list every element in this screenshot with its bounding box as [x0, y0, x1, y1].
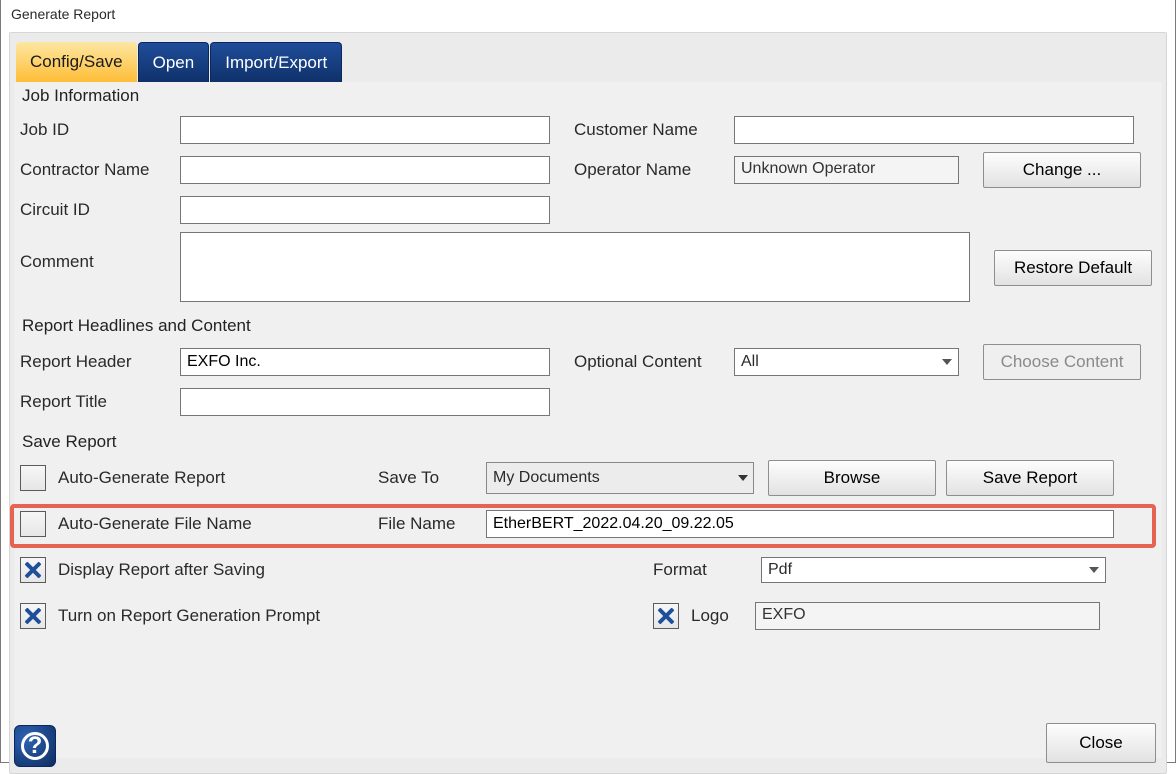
contractor-name-input[interactable]	[180, 156, 550, 184]
auto-generate-filename-label: Auto-Generate File Name	[58, 514, 378, 534]
logo-value: EXFO	[755, 602, 1100, 630]
logo-checkbox[interactable]	[653, 603, 679, 629]
restore-default-button[interactable]: Restore Default	[994, 250, 1152, 286]
tab-open[interactable]: Open	[138, 42, 210, 85]
format-select[interactable]: Pdf	[761, 557, 1106, 583]
format-label: Format	[653, 560, 761, 580]
change-operator-button[interactable]: Change ...	[983, 152, 1141, 188]
config-save-panel: Job Information Job ID Customer Name Con…	[14, 82, 1162, 758]
auto-generate-report-label: Auto-Generate Report	[58, 468, 378, 488]
job-information-group: Job Information Job ID Customer Name Con…	[14, 82, 1162, 310]
close-button[interactable]: Close	[1046, 723, 1156, 763]
contractor-name-label: Contractor Name	[20, 160, 180, 180]
format-value: Pdf	[768, 561, 792, 579]
report-headlines-legend: Report Headlines and Content	[20, 312, 1156, 338]
customer-name-input[interactable]	[734, 116, 1134, 144]
window-title: Generate Report	[1, 0, 1175, 24]
save-report-button[interactable]: Save Report	[946, 460, 1114, 496]
job-id-label: Job ID	[20, 120, 180, 140]
auto-generate-filename-checkbox[interactable]	[20, 511, 46, 537]
comment-label: Comment	[20, 232, 180, 272]
report-prompt-label: Turn on Report Generation Prompt	[58, 606, 653, 626]
report-header-input[interactable]	[180, 348, 550, 376]
file-name-input[interactable]	[486, 510, 1114, 538]
operator-name-label: Operator Name	[574, 160, 734, 180]
save-report-legend: Save Report	[20, 428, 1156, 454]
circuit-id-label: Circuit ID	[20, 200, 180, 220]
report-prompt-checkbox[interactable]	[20, 603, 46, 629]
operator-name-value: Unknown Operator	[734, 156, 959, 184]
optional-content-select[interactable]: All	[734, 348, 959, 376]
report-title-label: Report Title	[20, 392, 180, 412]
customer-name-label: Customer Name	[574, 120, 734, 140]
choose-content-button: Choose Content	[983, 344, 1141, 380]
tab-config-save[interactable]: Config/Save	[16, 42, 137, 85]
logo-label: Logo	[691, 606, 755, 626]
tab-strip: Config/Save Open Import/Export	[10, 33, 1166, 82]
display-after-saving-checkbox[interactable]	[20, 557, 46, 583]
job-information-legend: Job Information	[20, 82, 1156, 108]
display-after-saving-label: Display Report after Saving	[58, 560, 653, 580]
save-to-label: Save To	[378, 468, 486, 488]
optional-content-value: All	[741, 353, 759, 371]
tab-import-export[interactable]: Import/Export	[210, 42, 342, 85]
report-title-input[interactable]	[180, 388, 550, 416]
report-header-label: Report Header	[20, 352, 180, 372]
dialog-body: Config/Save Open Import/Export Job Infor…	[9, 32, 1167, 774]
comment-input[interactable]	[180, 232, 970, 302]
save-to-value: My Documents	[493, 469, 600, 487]
help-icon: ?	[21, 732, 49, 760]
file-name-label: File Name	[378, 514, 486, 534]
save-report-group: Save Report Auto-Generate Report Save To…	[14, 426, 1162, 644]
help-button[interactable]: ?	[14, 725, 56, 767]
circuit-id-input[interactable]	[180, 196, 550, 224]
report-headlines-group: Report Headlines and Content Report Head…	[14, 310, 1162, 426]
save-to-select[interactable]: My Documents	[486, 462, 754, 494]
job-id-input[interactable]	[180, 116, 550, 144]
generate-report-window: Generate Report Config/Save Open Import/…	[0, 0, 1176, 763]
optional-content-label: Optional Content	[574, 352, 734, 372]
browse-button[interactable]: Browse	[768, 460, 936, 496]
auto-generate-report-checkbox[interactable]	[20, 465, 46, 491]
